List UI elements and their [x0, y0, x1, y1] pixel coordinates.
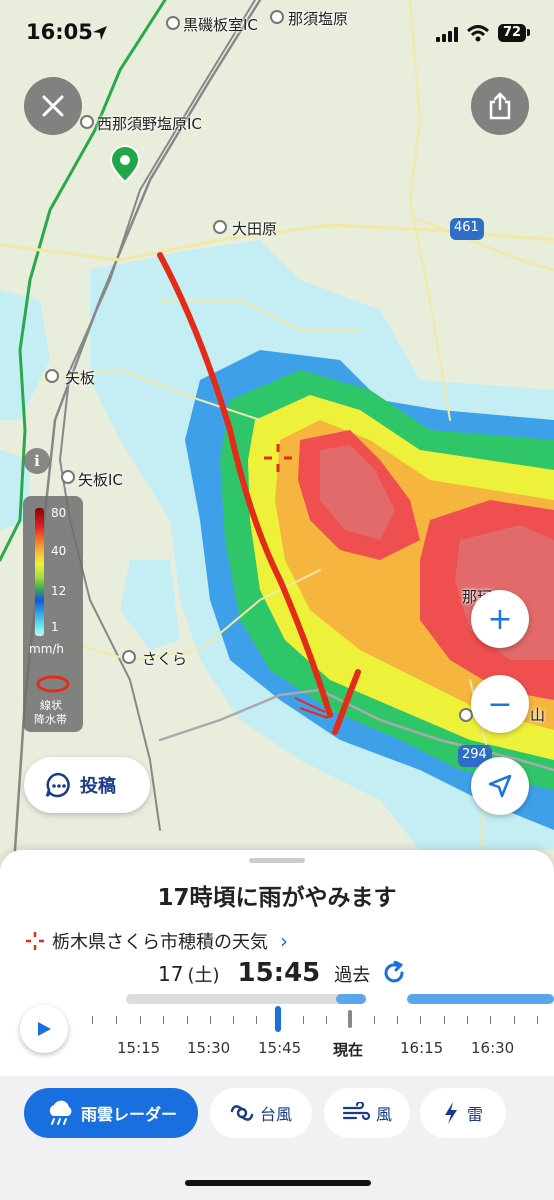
- radar-weekday: (土): [187, 965, 220, 986]
- tab-lightning[interactable]: 雷: [420, 1088, 506, 1138]
- rainband-oval-icon: [36, 675, 70, 693]
- home-indicator: [185, 1180, 371, 1186]
- timeline-past-track: [126, 994, 366, 1004]
- timeline-label: 16:30: [471, 1039, 515, 1057]
- share-button[interactable]: [471, 77, 529, 135]
- close-button[interactable]: [24, 77, 82, 135]
- post-button[interactable]: 投稿: [24, 757, 150, 813]
- location-weather-label: 栃木県さくら市穂積の天気: [52, 932, 268, 953]
- current-location-button[interactable]: [471, 757, 529, 815]
- timeline-label: 15:30: [187, 1039, 231, 1057]
- wifi-icon: [467, 25, 489, 42]
- post-bubble-icon: [45, 772, 70, 798]
- tab-rain-radar[interactable]: 雨雲レーダー: [24, 1088, 198, 1138]
- wind-icon: [342, 1102, 370, 1121]
- place-label[interactable]: さくら: [142, 648, 187, 669]
- tab-label: 雨雲レーダー: [80, 1105, 177, 1124]
- interchange-marker-icon: [61, 470, 75, 484]
- close-icon: [42, 95, 64, 117]
- battery-icon: 72: [498, 24, 526, 42]
- place-label[interactable]: 山: [530, 704, 545, 725]
- zoom-out-button[interactable]: −: [471, 675, 529, 733]
- tab-typhoon[interactable]: 台風: [210, 1088, 312, 1138]
- legend-tick: 80: [51, 506, 67, 520]
- timeline-label: 15:45: [258, 1039, 302, 1057]
- timeline-label-now: 現在: [333, 1041, 364, 1059]
- city-marker-icon: [213, 220, 227, 234]
- timeline-now-marker: [348, 1010, 352, 1028]
- legend-color-bar: [35, 508, 44, 636]
- crosshair-icon: [26, 932, 44, 950]
- timeline-label: 15:15: [117, 1039, 161, 1057]
- zoom-in-button[interactable]: +: [471, 590, 529, 648]
- legend-tick: 1: [51, 620, 59, 634]
- place-label[interactable]: 矢板: [65, 367, 95, 388]
- location-weather-link[interactable]: 栃木県さくら市穂積の天気 ›: [24, 928, 288, 954]
- panel-drag-handle[interactable]: [249, 858, 305, 863]
- plus-icon: +: [487, 601, 513, 637]
- place-label[interactable]: 矢板IC: [78, 469, 123, 490]
- route-label: 294: [462, 747, 487, 762]
- lightning-icon: [444, 1102, 457, 1124]
- city-marker-icon: [122, 650, 136, 664]
- minus-icon: −: [487, 686, 513, 722]
- cellular-signal-icon: [436, 27, 458, 42]
- post-button-label: 投稿: [80, 776, 116, 797]
- chevron-right-icon: ›: [280, 929, 288, 953]
- radar-time-row: 17 (土) 15:45 過去: [158, 958, 406, 988]
- rain-forecast-headline: 17時頃に雨がやみます: [157, 885, 397, 911]
- city-marker-icon: [45, 369, 59, 383]
- timeline-forecast-track: [407, 994, 554, 1004]
- legend-unit: mm/h: [29, 642, 65, 656]
- legend-tick: 40: [51, 544, 67, 558]
- tab-label: 台風: [259, 1105, 292, 1124]
- tab-label: 雷: [466, 1105, 483, 1124]
- place-label[interactable]: 大田原: [232, 218, 277, 239]
- navigation-arrow-icon: [488, 774, 512, 798]
- refresh-icon[interactable]: [382, 961, 406, 985]
- radar-date: 17: [158, 962, 184, 986]
- info-icon: i: [34, 452, 40, 470]
- legend-band-label: 降水帯: [34, 713, 67, 726]
- tab-label: 風: [375, 1105, 392, 1124]
- place-label[interactable]: 西那須野塩原IC: [97, 113, 202, 134]
- tab-wind[interactable]: 風: [324, 1088, 410, 1138]
- radar-mode: 過去: [334, 965, 371, 986]
- location-arrow-icon: [93, 26, 107, 40]
- rain-legend: 80 40 12 1 mm/h 線状 降水帯: [23, 496, 83, 732]
- legend-tick: 12: [51, 584, 67, 598]
- info-button[interactable]: i: [24, 448, 50, 474]
- timeline-label: 16:15: [400, 1039, 444, 1057]
- share-icon: [489, 92, 511, 120]
- interchange-marker-icon: [80, 115, 94, 129]
- play-button[interactable]: [20, 1005, 68, 1053]
- typhoon-icon: [230, 1105, 254, 1121]
- play-icon: [38, 1022, 51, 1036]
- timeline-past-highlight: [336, 994, 366, 1004]
- rain-cloud-icon: [49, 1100, 72, 1125]
- timeline-scrubber[interactable]: [275, 1006, 281, 1032]
- status-time: 16:05: [26, 20, 93, 44]
- route-label: 461: [454, 220, 479, 235]
- radar-time: 15:45: [237, 958, 321, 988]
- status-bar: 16:05 72: [0, 0, 554, 70]
- battery-nub: [527, 29, 530, 36]
